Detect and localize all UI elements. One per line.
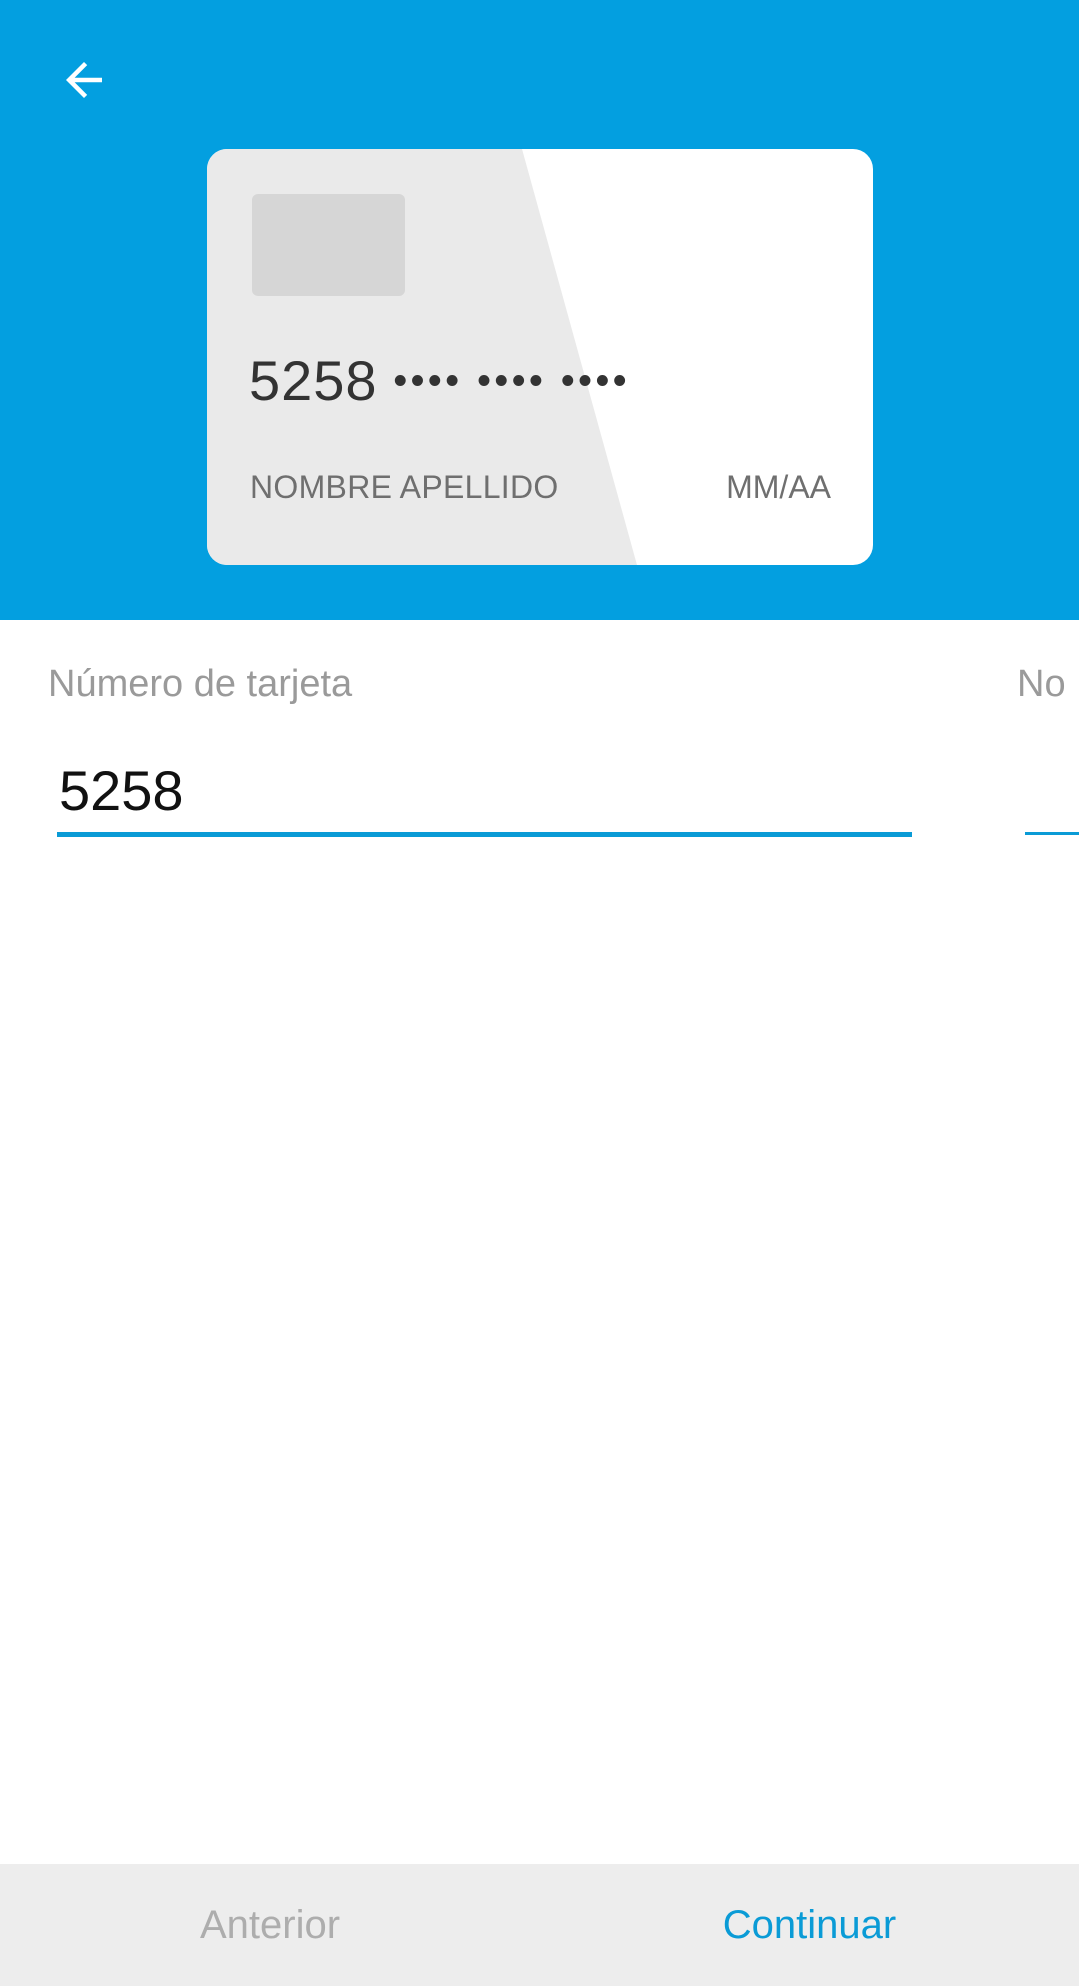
- card-number-masked-digits: •••• •••• ••••: [393, 360, 631, 402]
- arrow-left-icon: [66, 62, 102, 98]
- card-holder-name: NOMBRE APELLIDO: [250, 469, 559, 505]
- footer-bar: Anterior Continuar: [0, 1864, 1079, 1986]
- card-number-first-digits: 5258: [249, 349, 378, 412]
- card-number-label: Número de tarjeta: [48, 663, 353, 705]
- next-field-label: No: [1017, 663, 1066, 705]
- card-preview: 5258 •••• •••• •••• NOMBRE APELLIDO MM/A…: [207, 149, 873, 565]
- card-number-input[interactable]: [57, 750, 916, 830]
- card-number-display: 5258 •••• •••• ••••: [249, 353, 630, 409]
- card-number-underline: [57, 832, 912, 837]
- next-field-underline: [1025, 832, 1079, 835]
- previous-button[interactable]: Anterior: [0, 1864, 540, 1986]
- card-chip: [252, 194, 405, 296]
- back-button[interactable]: [48, 44, 120, 116]
- header: 5258 •••• •••• •••• NOMBRE APELLIDO MM/A…: [0, 0, 1079, 620]
- card-expiry: MM/AA: [726, 469, 831, 505]
- continue-button[interactable]: Continuar: [540, 1864, 1079, 1986]
